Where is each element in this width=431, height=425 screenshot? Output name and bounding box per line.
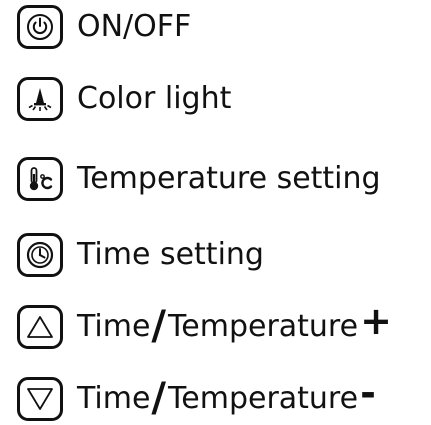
on-off-label: ON/OFF	[77, 9, 192, 44]
legend-row-on-off: ON/OFF	[17, 2, 191, 52]
time-text: Time	[77, 381, 151, 416]
button-legend: ON/OFF Color light Temperature setting T…	[0, 0, 431, 425]
temperature-setting-button[interactable]	[17, 157, 63, 201]
decrease-button[interactable]	[17, 377, 63, 421]
decrease-label: Time / Temperature -	[77, 374, 376, 421]
increase-label: Time / Temperature +	[77, 302, 392, 349]
time-text: Time	[77, 309, 151, 344]
legend-row-temperature-setting: Temperature setting	[17, 154, 381, 204]
color-light-label: Color light	[77, 81, 232, 116]
plus-icon: +	[360, 299, 392, 343]
legend-row-time-setting: Time setting	[17, 230, 264, 280]
legend-row-decrease: Time / Temperature -	[17, 374, 376, 424]
thermometer-icon	[29, 167, 53, 191]
time-setting-button[interactable]	[17, 233, 63, 277]
power-icon	[27, 14, 53, 40]
slash-separator: /	[151, 303, 167, 349]
legend-row-color-light: Color light	[17, 74, 231, 124]
time-setting-label: Time setting	[77, 237, 264, 272]
temperature-setting-label: Temperature setting	[77, 161, 381, 196]
triangle-down-icon	[27, 388, 53, 410]
light-bulb-icon	[28, 88, 52, 111]
temperature-text: Temperature	[168, 309, 359, 344]
slash-separator: /	[151, 375, 167, 421]
color-light-button[interactable]	[17, 77, 63, 121]
temperature-text: Temperature	[168, 381, 359, 416]
on-off-button[interactable]	[17, 5, 63, 49]
increase-button[interactable]	[17, 305, 63, 349]
clock-icon	[26, 241, 54, 269]
minus-icon: -	[360, 371, 376, 415]
legend-row-increase: Time / Temperature +	[17, 302, 392, 352]
triangle-up-icon	[27, 316, 53, 338]
